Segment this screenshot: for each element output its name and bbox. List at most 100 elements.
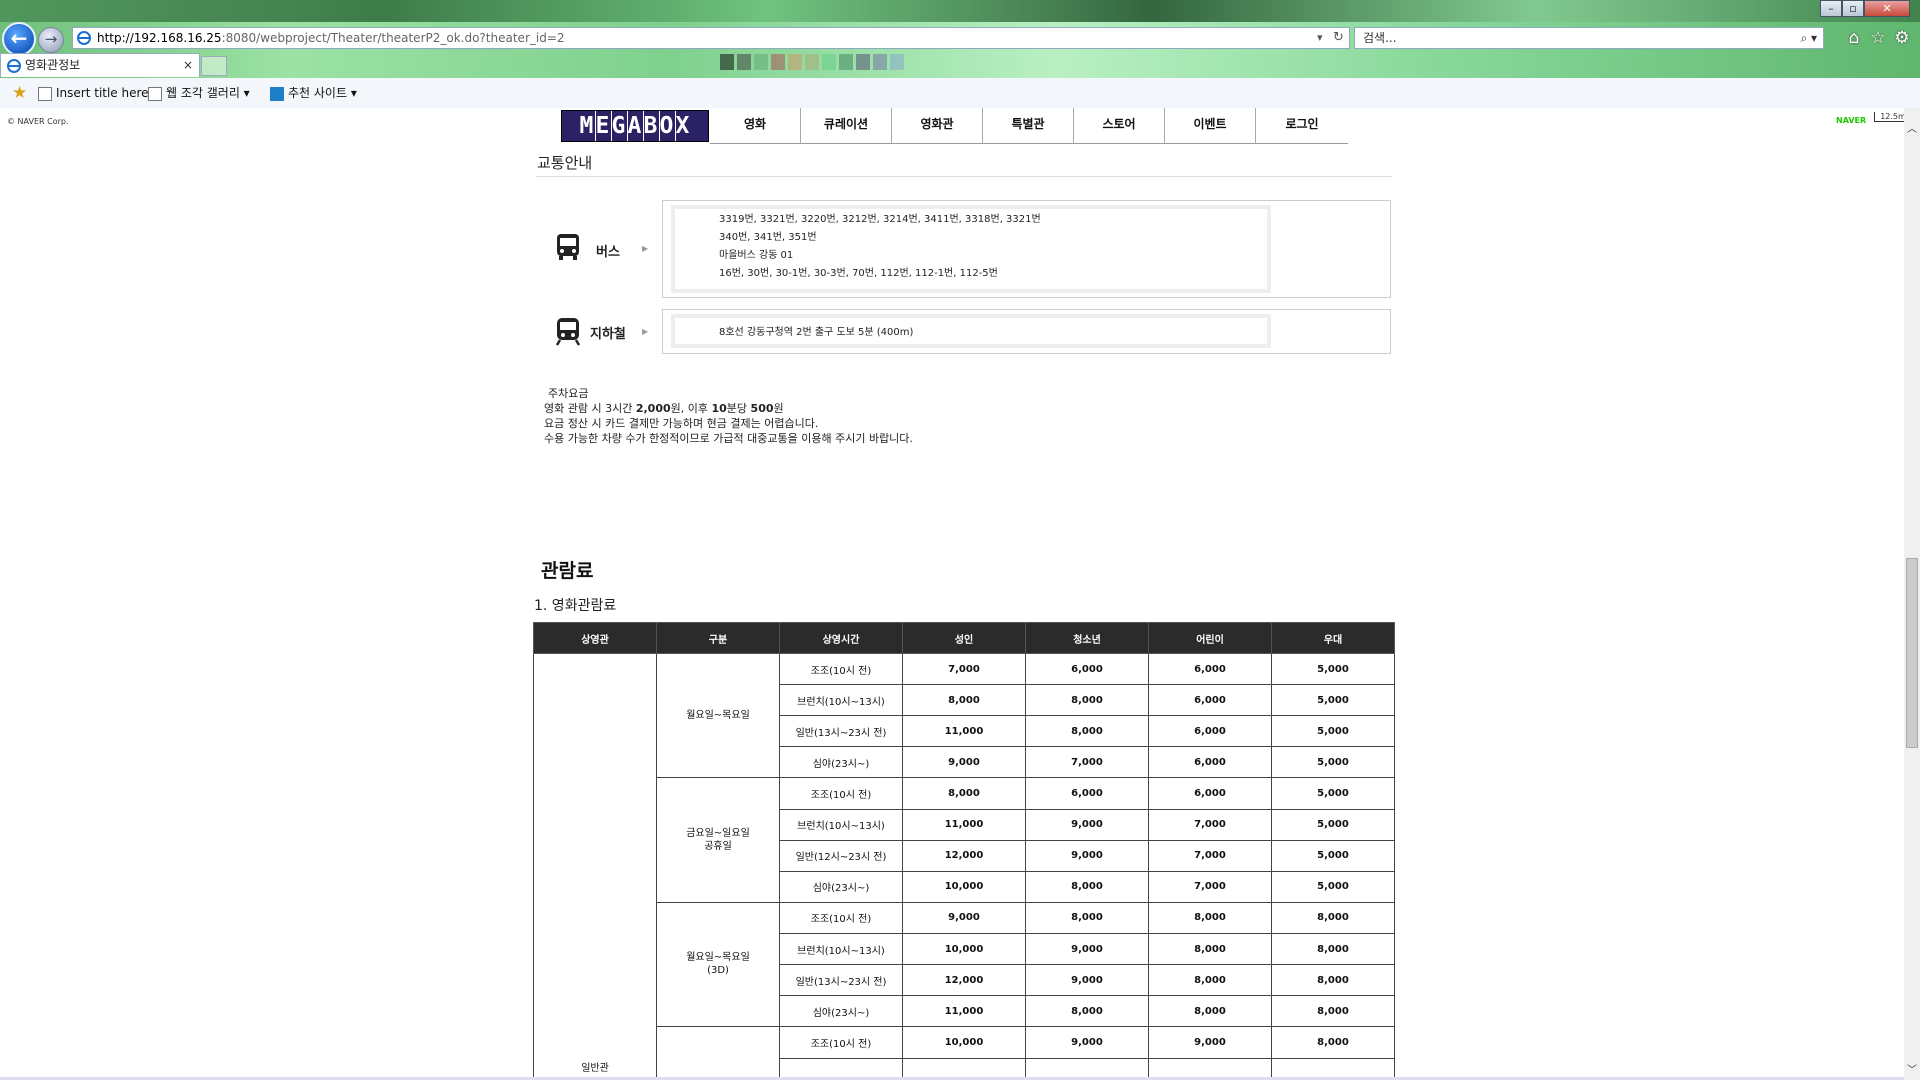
price-cell: 8,000 — [902, 777, 1026, 810]
favorites-star-icon[interactable]: ☆ — [1868, 28, 1888, 48]
time-cell: 브런치(10시~13시) — [779, 933, 903, 966]
price-cell: 5,000 — [1271, 839, 1395, 872]
favorite-item-web-slice-gallery[interactable]: 웹 조각 갤러리 ▾ — [148, 78, 250, 108]
maximize-button[interactable]: ▫ — [1842, 0, 1864, 17]
bus-lines: 3319번, 3321번, 3220번, 3212번, 3214번, 3411번… — [671, 205, 1271, 293]
price-cell: 6,000 — [1148, 684, 1272, 716]
price-cell: 10,000 — [902, 1026, 1026, 1059]
price-cell: 6,000 — [1025, 777, 1149, 810]
naver-copyright: © NAVER Corp. — [7, 117, 69, 126]
search-icon[interactable]: ⌕ ▾ — [1800, 28, 1817, 48]
section-title-transport: 교통안내 — [537, 154, 593, 172]
favorite-item-suggested-sites[interactable]: 추천 사이트 ▾ — [270, 78, 357, 108]
page-icon — [38, 86, 52, 101]
nav-item-0[interactable]: 영화 — [710, 108, 801, 144]
bus-label: 버스 — [596, 245, 620, 260]
category-cell — [656, 1026, 780, 1080]
table-row: 조조(10시 전) 10,000 9,000 9,000 8,000 — [534, 1026, 1395, 1080]
page-icon — [148, 86, 162, 101]
price-cell: 8,000 — [1271, 964, 1395, 997]
nav-item-5[interactable]: 이벤트 — [1165, 108, 1256, 144]
scroll-down-icon[interactable]: ﹀ — [1907, 1061, 1917, 1076]
nav-item-4[interactable]: 스토어 — [1074, 108, 1165, 144]
dropdown-arrow-icon[interactable]: ▾ — [1317, 28, 1323, 48]
new-tab-button[interactable] — [201, 56, 227, 76]
category-cell: 월요일~목요일 (3D) — [656, 901, 780, 1028]
nav-item-6[interactable]: 로그인 — [1256, 108, 1348, 144]
price-cell: 5,000 — [1271, 653, 1395, 685]
price-cell: 9,000 — [1025, 964, 1149, 997]
price-cell: 7,000 — [1148, 870, 1272, 903]
price-cell: 7,000 — [1025, 746, 1149, 778]
megabox-logo[interactable]: MEGABOX — [561, 110, 709, 142]
time-cell: 조조(10시 전) — [779, 1026, 903, 1059]
bus-line: 3319번, 3321번, 3220번, 3212번, 3214번, 3411번… — [719, 214, 1041, 225]
price-cell: 9,000 — [1025, 808, 1149, 841]
logo-letter: M — [579, 111, 596, 141]
price-cell: 11,000 — [902, 995, 1026, 1028]
price-cell: 9,000 — [1025, 839, 1149, 872]
tab-title: 영화관정보 — [25, 58, 81, 72]
price-cell: 8,000 — [1025, 684, 1149, 716]
scroll-up-icon[interactable]: ︿ — [1907, 120, 1917, 135]
price-cell: 5,000 — [1271, 715, 1395, 747]
tab-close-icon[interactable]: × — [183, 54, 193, 76]
address-bar[interactable]: http://192.168.16.25:8080/webproject/The… — [72, 27, 1350, 49]
time-cell: 조조(10시 전) — [779, 901, 903, 935]
bing-icon — [270, 86, 284, 101]
subway-line: 8호선 강동구청역 2번 출구 도보 5분 (400m) — [719, 327, 914, 338]
price-cell: 5,000 — [1271, 808, 1395, 841]
nav-item-2[interactable]: 영화관 — [892, 108, 983, 144]
fee-table-header: 상영관 구분 상영시간 성인 청소년 어린이 우대 — [533, 622, 1395, 654]
price-cell: 12,000 — [902, 964, 1026, 997]
refresh-icon[interactable]: ↻ — [1333, 28, 1344, 48]
logo-letter: G — [611, 111, 628, 141]
price-cell: 9,000 — [1025, 1026, 1149, 1059]
price-cell: 5,000 — [1271, 870, 1395, 903]
price-cell: 9,000 — [1148, 1026, 1272, 1059]
subway-icon — [555, 318, 581, 346]
time-cell: 일반(12시~23시 전) — [779, 839, 903, 872]
search-box[interactable]: 검색... ⌕ ▾ — [1354, 27, 1824, 49]
back-button[interactable]: ← — [2, 22, 36, 56]
settings-gear-icon[interactable]: ⚙ — [1892, 28, 1912, 48]
forward-button[interactable]: → — [38, 27, 64, 53]
close-window-button[interactable]: ✕ — [1864, 0, 1910, 17]
price-cell: 5,000 — [1271, 684, 1395, 716]
time-cell: 브런치(10시~13시) — [779, 808, 903, 841]
time-cell: 브런치(10시~13시) — [779, 684, 903, 716]
fee-subtitle: 1. 영화관람료 — [534, 598, 617, 614]
bus-line: 마을버스 강동 01 — [719, 250, 794, 261]
price-cell: 5,000 — [1271, 777, 1395, 810]
price-cell: 11,000 — [902, 808, 1026, 841]
browser-tab[interactable]: 영화관정보 × — [0, 53, 200, 77]
ie-icon — [7, 59, 21, 73]
parking-info: 주차요금 영화 관람 시 3시간 2,000원, 이후 10분당 500원 요금… — [544, 386, 913, 446]
time-cell: 심야(23시~) — [779, 746, 903, 778]
scrollbar-thumb[interactable] — [1906, 558, 1918, 748]
price-cell: 8,000 — [1148, 964, 1272, 997]
vertical-scrollbar[interactable]: ︿ ﹀ — [1904, 108, 1920, 1080]
favorites-icon[interactable]: ★ — [12, 78, 27, 108]
column-header: 청소년 — [1025, 622, 1149, 654]
search-placeholder: 검색... — [1363, 31, 1397, 45]
page-content: © NAVER Corp. NAVER 12.5m MEGABOX 영화 큐레이션… — [0, 108, 1920, 1080]
price-cell: 5,000 — [1271, 746, 1395, 778]
price-cell: 12,000 — [902, 839, 1026, 872]
price-cell: 6,000 — [1148, 653, 1272, 685]
price-cell: 7,000 — [1148, 808, 1272, 841]
nav-item-1[interactable]: 큐레이션 — [801, 108, 892, 144]
price-cell: 7,000 — [1148, 839, 1272, 872]
fee-section-title: 관람료 — [541, 560, 594, 582]
minimize-button[interactable]: – — [1820, 0, 1842, 17]
naver-logo: NAVER — [1836, 116, 1867, 125]
favorite-item-insert-title[interactable]: Insert title here — [38, 78, 149, 108]
subway-info-box: 8호선 강동구청역 2번 출구 도보 5분 (400m) — [662, 309, 1391, 354]
home-icon[interactable]: ⌂ — [1844, 28, 1864, 48]
favorites-bar: ★ Insert title here 웹 조각 갤러리 ▾ 추천 사이트 ▾ — [0, 78, 1920, 109]
price-cell: 6,000 — [1148, 746, 1272, 778]
time-cell: 심야(23시~) — [779, 870, 903, 903]
nav-item-3[interactable]: 특별관 — [983, 108, 1074, 144]
price-cell: 8,000 — [1271, 933, 1395, 966]
price-cell: 8,000 — [1148, 933, 1272, 966]
